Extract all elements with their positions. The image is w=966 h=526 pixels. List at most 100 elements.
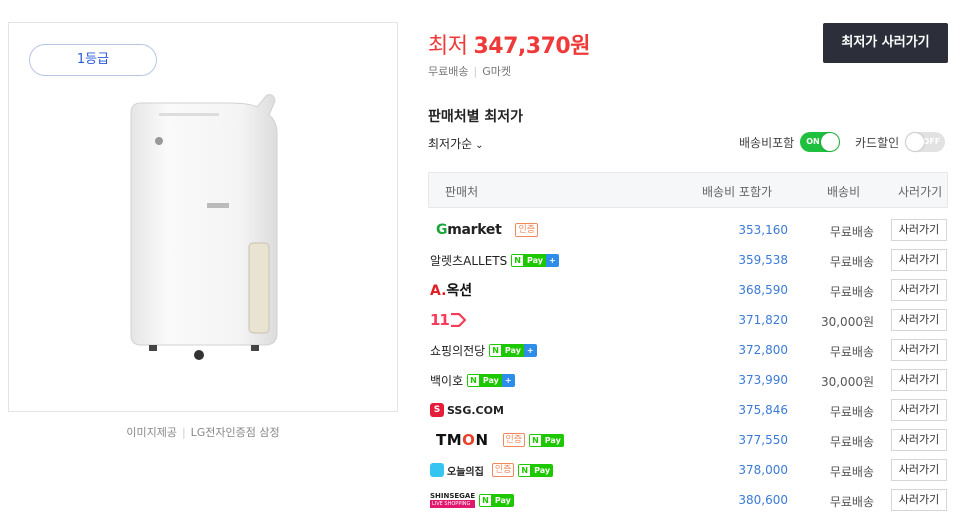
image-credit-label: 이미지제공 xyxy=(126,426,177,439)
shipping-included-toggle-group: 배송비포함 ON xyxy=(739,132,841,152)
price-cell: 368,590 xyxy=(738,283,788,297)
table-row: 오늘의집 인증 N Pay 378,000 무료배송 사러가기 xyxy=(428,455,948,485)
table-row: Gmarket 인증 353,160 무료배송 사러가기 xyxy=(428,215,948,245)
seller-name: 알렛츠ALLETS xyxy=(430,253,508,268)
seller-cell[interactable]: 백이호 N Pay + xyxy=(430,371,515,389)
lowest-price: 최저 347,370원 xyxy=(428,28,590,60)
lowest-price-amount: 347,370원 xyxy=(473,34,590,59)
energy-grade-badge: 1등급 xyxy=(29,44,157,76)
price-cell: 377,550 xyxy=(738,433,788,447)
shipping-included-label: 배송비포함 xyxy=(739,135,795,150)
gmarket-logo: Gmarket xyxy=(436,222,502,238)
buy-lowest-button[interactable]: 최저가 사러가기 xyxy=(823,23,948,63)
product-image-box: 1등급 xyxy=(8,22,398,412)
11st-logo: 11 xyxy=(430,311,467,329)
card-discount-toggle-group: 카드할인 OFF xyxy=(855,132,946,152)
card-discount-label: 카드할인 xyxy=(855,135,900,150)
ohouse-logo: 오늘의집 xyxy=(430,463,484,478)
lowest-price-prefix: 최저 xyxy=(428,34,468,59)
table-row: S SSG.COM 375,846 무료배송 사러가기 xyxy=(428,395,948,425)
column-header-buy: 사러가기 xyxy=(898,185,943,199)
table-row: 쇼핑의전당 N Pay + 372,800 무료배송 사러가기 xyxy=(428,335,948,365)
column-header-seller: 판매처 xyxy=(445,185,479,199)
shipping-cell: 무료배송 xyxy=(829,495,874,509)
seller-cell[interactable]: 오늘의집 인증 N Pay xyxy=(430,461,554,479)
image-credit-source: LG전자인증점 삼정 xyxy=(190,426,280,439)
seller-table-body: Gmarket 인증 353,160 무료배송 사러가기 알렛츠ALLETS N… xyxy=(428,215,948,515)
shinsegae-logo: SHINSEGAE LIVE SHOPPING xyxy=(430,492,476,508)
seller-cell[interactable]: Gmarket 인증 xyxy=(430,221,539,239)
npay-badge: N Pay + xyxy=(489,343,537,357)
npay-badge: N Pay xyxy=(518,463,554,477)
seller-table-header: 판매처 배송비 포함가 배송비 사러가기 xyxy=(428,172,948,208)
seller-cell[interactable]: S SSG.COM xyxy=(430,401,504,419)
sort-label: 최저가순 xyxy=(428,137,473,151)
auction-logo: A.옥션 xyxy=(430,283,473,299)
buy-button[interactable]: 사러가기 xyxy=(891,459,947,481)
seller-name: 백이호 xyxy=(430,373,464,388)
certified-badge: 인증 xyxy=(502,433,526,447)
seller-cell[interactable]: SHINSEGAE LIVE SHOPPING N Pay xyxy=(430,491,514,509)
table-row: 11 371,820 30,000원 사러가기 xyxy=(428,305,948,335)
column-header-price: 배송비 포함가 xyxy=(702,185,773,199)
lowest-price-shipping: 무료배송 xyxy=(428,65,469,78)
buy-button[interactable]: 사러가기 xyxy=(891,339,947,361)
price-cell: 371,820 xyxy=(738,313,788,327)
npay-badge: N Pay + xyxy=(511,253,559,267)
shipping-cell: 무료배송 xyxy=(829,285,874,299)
dehumidifier-image xyxy=(130,94,278,360)
toggle-state: ON xyxy=(806,137,820,146)
seller-cell[interactable]: 쇼핑의전당 N Pay + xyxy=(430,341,537,359)
lowest-price-info: 무료배송 | G마켓 xyxy=(428,65,511,78)
column-header-shipping: 배송비 xyxy=(827,185,861,199)
table-row: 백이호 N Pay + 373,990 30,000원 사러가기 xyxy=(428,365,948,395)
table-row: TMON 인증 N Pay 377,550 무료배송 사러가기 xyxy=(428,425,948,455)
tmon-logo: TMON xyxy=(436,431,489,449)
certified-badge: 인증 xyxy=(515,223,539,237)
card-discount-toggle[interactable]: OFF xyxy=(905,132,946,152)
npay-badge: N Pay xyxy=(529,433,564,447)
buy-button[interactable]: 사러가기 xyxy=(891,429,947,451)
price-cell: 380,600 xyxy=(738,493,788,507)
shipping-included-toggle[interactable]: ON xyxy=(800,132,841,152)
buy-button[interactable]: 사러가기 xyxy=(891,489,947,511)
toggle-state: OFF xyxy=(922,137,941,146)
shipping-cell: 무료배송 xyxy=(829,435,874,449)
seller-cell[interactable]: 알렛츠ALLETS N Pay + xyxy=(430,251,559,269)
table-row: A.옥션 368,590 무료배송 사러가기 xyxy=(428,275,948,305)
price-cell: 353,160 xyxy=(738,223,788,237)
shipping-cell: 무료배송 xyxy=(829,345,874,359)
table-row: SHINSEGAE LIVE SHOPPING N Pay 380,600 무료배송… xyxy=(428,485,948,515)
lowest-price-store: G마켓 xyxy=(482,65,511,78)
seller-cell[interactable]: 11 xyxy=(430,311,467,329)
table-row: 알렛츠ALLETS N Pay + 359,538 무료배송 사러가기 xyxy=(428,245,948,275)
shipping-cell: 무료배송 xyxy=(829,405,874,419)
shipping-cell: 30,000원 xyxy=(820,375,874,389)
price-cell: 359,538 xyxy=(738,253,788,267)
shipping-cell: 30,000원 xyxy=(820,315,874,329)
npay-badge: N Pay + xyxy=(467,373,515,387)
certified-badge: 인증 xyxy=(491,463,515,477)
shipping-cell: 무료배송 xyxy=(829,255,874,269)
buy-button[interactable]: 사러가기 xyxy=(891,219,947,241)
buy-button[interactable]: 사러가기 xyxy=(891,249,947,271)
seller-cell[interactable]: A.옥션 xyxy=(430,281,472,299)
chevron-down-icon: ⌄ xyxy=(475,140,484,151)
section-title: 판매처별 최저가 xyxy=(428,109,524,125)
buy-button[interactable]: 사러가기 xyxy=(891,399,947,421)
price-cell: 378,000 xyxy=(738,463,788,477)
buy-button[interactable]: 사러가기 xyxy=(891,279,947,301)
image-credit: 이미지제공 | LG전자인증점 삼정 xyxy=(126,426,280,439)
seller-cell[interactable]: TMON 인증 N Pay xyxy=(430,431,564,449)
shipping-cell: 무료배송 xyxy=(829,465,874,479)
sort-dropdown[interactable]: 최저가순 ⌄ xyxy=(428,135,484,152)
seller-name: 쇼핑의전당 xyxy=(430,343,486,358)
buy-button[interactable]: 사러가기 xyxy=(891,369,947,391)
price-cell: 375,846 xyxy=(738,403,788,417)
ssg-logo: S SSG.COM xyxy=(430,403,504,417)
price-cell: 373,990 xyxy=(738,373,788,387)
house-icon xyxy=(430,463,444,477)
buy-button[interactable]: 사러가기 xyxy=(891,309,947,331)
npay-badge: N Pay xyxy=(479,493,514,507)
price-cell: 372,800 xyxy=(738,343,788,357)
